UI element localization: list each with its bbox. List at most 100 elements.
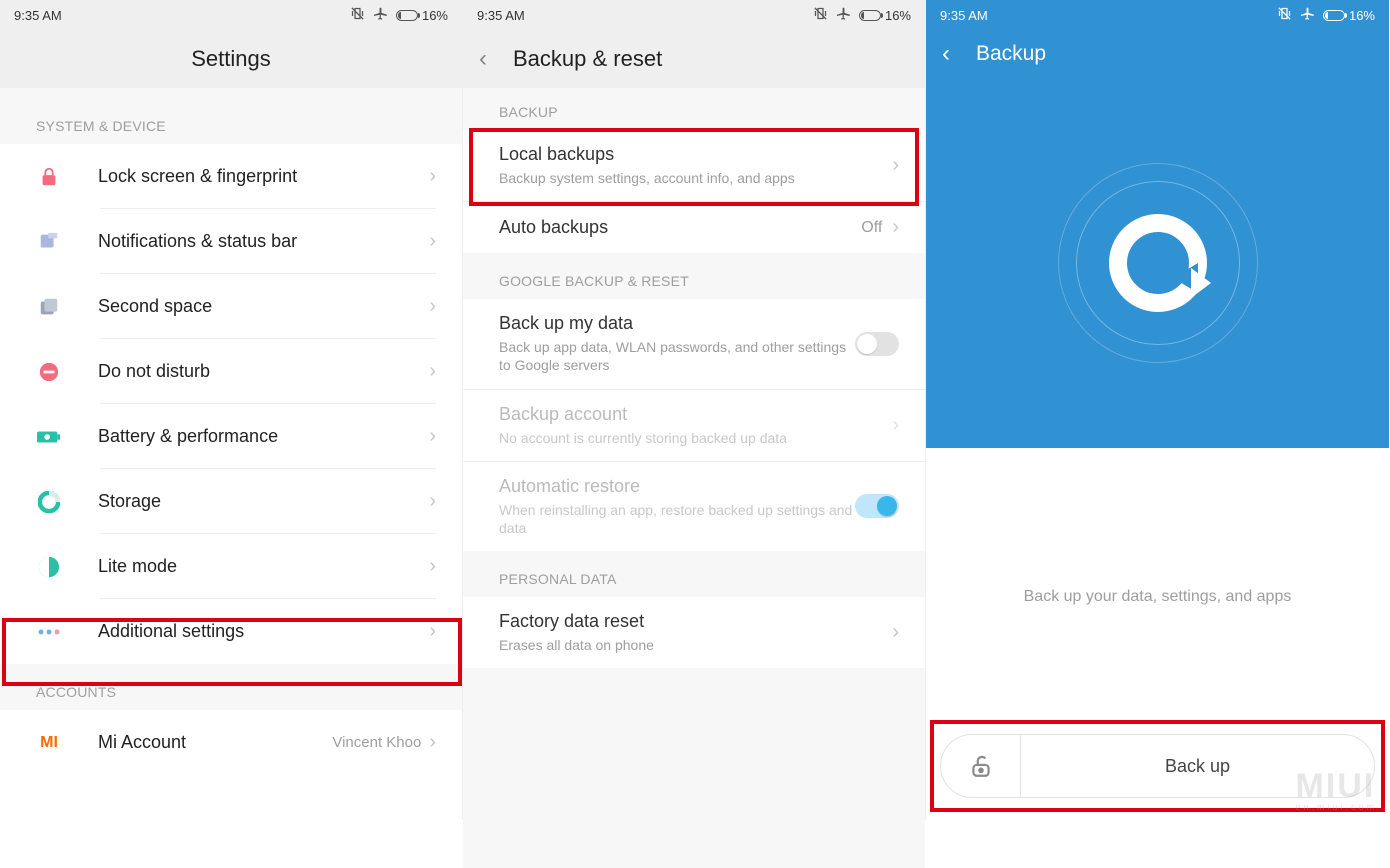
row-dnd[interactable]: Do not disturb › [0,339,462,404]
row-label: Notifications & status bar [98,231,429,252]
chevron-right-icon: › [429,230,436,253]
dnd-icon [36,359,62,385]
row-label: Second space [98,296,429,317]
row-label: Lite mode [98,556,429,577]
row-local-backups[interactable]: Local backups Backup system settings, ac… [463,130,925,202]
row-subtitle: No account is currently storing backed u… [499,429,892,447]
status-bar: 9:35 AM 16% [463,0,925,30]
chevron-right-icon: › [429,425,436,448]
chevron-right-icon: › [892,216,899,239]
row-value: Off [861,219,882,237]
page-title: Backup [976,42,1046,66]
row-auto-backups[interactable]: Auto backups Off › [463,202,925,253]
row-lite-mode[interactable]: Lite mode › [0,534,462,599]
status-battery: 16% [885,8,911,23]
row-value: Vincent Khoo [332,734,421,751]
screen-backup-reset: 9:35 AM 16% ‹ Backup & reset BACKUP Loca… [463,0,926,820]
status-bar: 9:35 AM 16% [0,0,462,30]
row-automatic-restore[interactable]: Automatic restore When reinstalling an a… [463,462,925,551]
chevron-right-icon: › [429,555,436,578]
battery-icon [1323,10,1345,21]
row-backup-account[interactable]: Backup account No account is currently s… [463,390,925,462]
row-label: Storage [98,491,429,512]
airplane-icon [1300,6,1315,24]
backup-caption: Back up your data, settings, and apps [926,588,1389,606]
title-bar: Settings [0,30,462,88]
airplane-icon [373,6,388,24]
chevron-right-icon: › [892,621,899,644]
battery-icon [396,10,418,21]
backup-hero [926,78,1389,448]
toggle-auto-restore[interactable] [855,494,899,518]
storage-icon [36,489,62,515]
lock-toggle-button[interactable] [941,735,1021,797]
row-label: Do not disturb [98,361,429,382]
vibrate-icon [1277,6,1292,24]
chevron-right-icon: › [429,620,436,643]
status-time: 9:35 AM [940,8,988,23]
row-title: Backup account [499,404,892,425]
row-subtitle: Erases all data on phone [499,636,892,654]
lock-icon [36,164,62,190]
screen-backup: 9:35 AM 16% ‹ Backup [926,0,1389,820]
row-subtitle: When reinstalling an app, restore backed… [499,501,855,537]
more-icon [36,619,62,645]
status-battery: 16% [422,8,448,23]
section-accounts: ACCOUNTS [0,664,462,710]
notification-icon [36,229,62,255]
second-space-icon [36,294,62,320]
toggle-backup-data[interactable] [855,332,899,356]
backup-logo-icon [1058,163,1258,363]
airplane-icon [836,6,851,24]
row-title: Automatic restore [499,476,855,497]
row-title: Factory data reset [499,611,892,632]
row-subtitle: Back up app data, WLAN passwords, and ot… [499,338,855,374]
backup-button-label: Back up [1165,756,1230,777]
page-title: Backup & reset [513,46,662,72]
row-subtitle: Backup system settings, account info, an… [499,169,892,187]
row-label: Additional settings [98,621,429,642]
vibrate-icon [350,6,365,24]
lite-mode-icon [36,554,62,580]
status-time: 9:35 AM [477,8,525,23]
row-lock-screen[interactable]: Lock screen & fingerprint › [0,144,462,209]
vibrate-icon [813,6,828,24]
screen-settings: 9:35 AM 16% Settings SYSTEM & DEVICE Loc… [0,0,463,820]
status-time: 9:35 AM [14,8,62,23]
section-google: GOOGLE BACKUP & RESET [463,253,925,299]
row-storage[interactable]: Storage › [0,469,462,534]
row-notifications[interactable]: Notifications & status bar › [0,209,462,274]
status-bar: 9:35 AM 16% [926,0,1389,30]
battery-icon [859,10,881,21]
row-label: Battery & performance [98,426,429,447]
battery-perf-icon [36,424,62,450]
row-battery[interactable]: Battery & performance › [0,404,462,469]
chevron-right-icon: › [892,414,899,437]
row-factory-reset[interactable]: Factory data reset Erases all data on ph… [463,597,925,668]
back-button[interactable]: ‹ [942,40,950,68]
row-back-up-my-data[interactable]: Back up my data Back up app data, WLAN p… [463,299,925,389]
row-title: Back up my data [499,313,855,334]
chevron-right-icon: › [429,165,436,188]
section-personal: PERSONAL DATA [463,551,925,597]
section-system-device: SYSTEM & DEVICE [0,98,462,144]
title-bar: ‹ Backup & reset [463,30,925,88]
chevron-right-icon: › [429,295,436,318]
section-backup: BACKUP [463,88,925,130]
row-second-space[interactable]: Second space › [0,274,462,339]
chevron-right-icon: › [429,490,436,513]
miui-watermark: MIUI en.miui.com [1295,767,1377,812]
row-label: Lock screen & fingerprint [98,166,429,187]
page-title: Settings [191,46,271,72]
chevron-right-icon: › [892,154,899,177]
chevron-right-icon: › [429,731,436,754]
title-bar: ‹ Backup [926,30,1389,78]
row-additional-settings[interactable]: Additional settings › [0,599,462,664]
row-title: Auto backups [499,217,861,238]
back-button[interactable]: ‹ [479,45,487,73]
row-label: Mi Account [98,732,332,753]
mi-logo-icon: MI [36,730,62,756]
status-battery: 16% [1349,8,1375,23]
row-title: Local backups [499,144,892,165]
row-mi-account[interactable]: MI Mi Account Vincent Khoo › [0,710,462,775]
